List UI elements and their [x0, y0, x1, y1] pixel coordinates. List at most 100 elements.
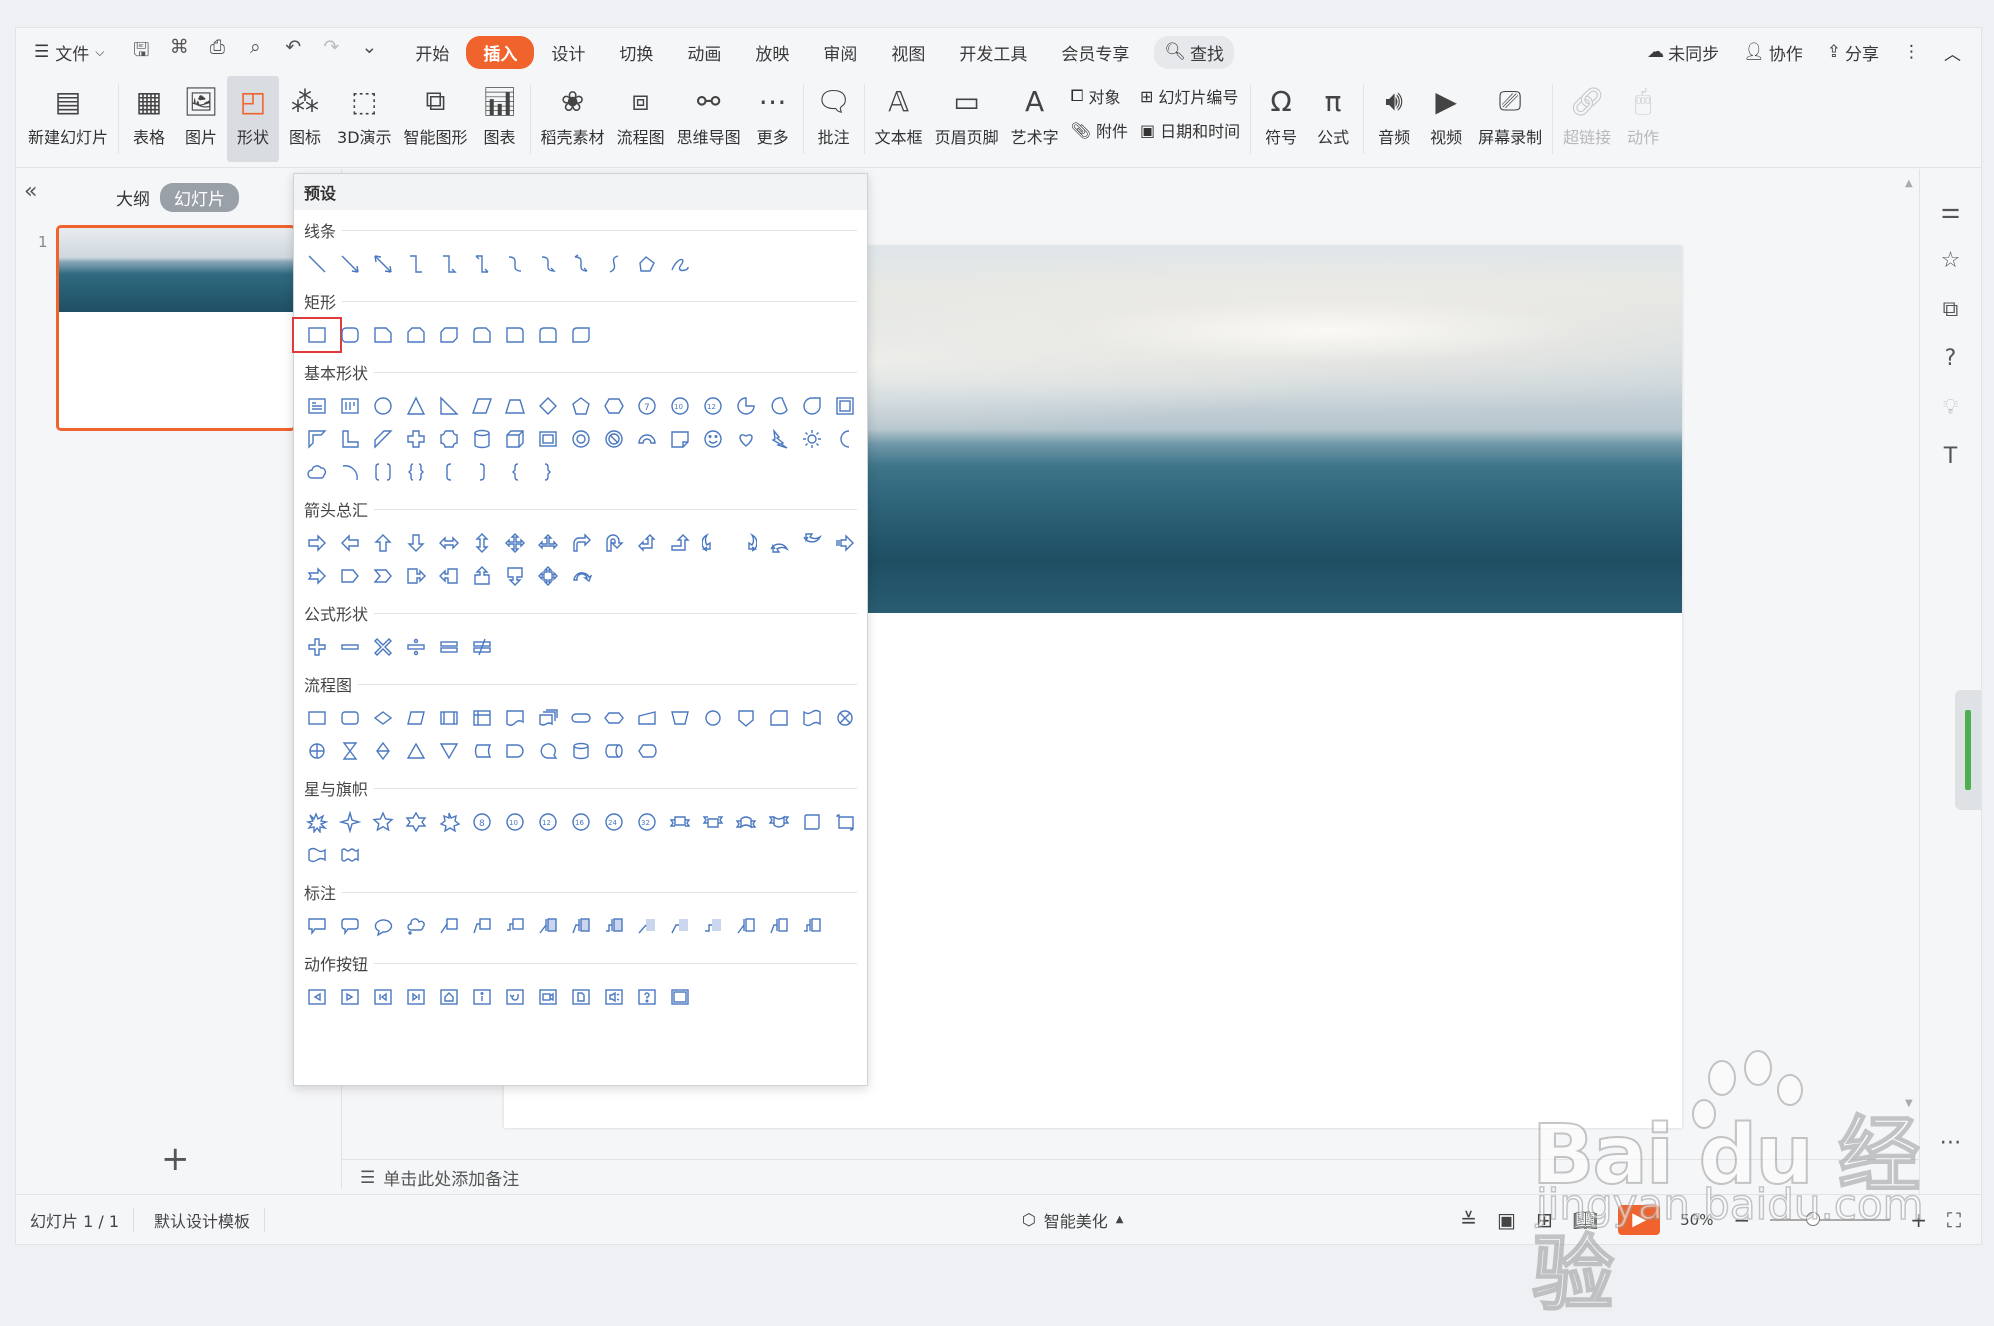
- accent-callout-1-shape-icon[interactable]: [535, 913, 561, 939]
- flow-punched-card-shape-icon[interactable]: [766, 705, 792, 731]
- flow-manual-input-shape-icon[interactable]: [634, 705, 660, 731]
- up-ribbon-shape-icon[interactable]: [667, 809, 693, 835]
- fit-window-icon[interactable]: ⛶: [1947, 1208, 1961, 1232]
- header-footer-button[interactable]: ▭ 页眉页脚: [929, 76, 1005, 162]
- sun-shape-icon[interactable]: [799, 426, 825, 452]
- freeform-shape-icon[interactable]: [634, 251, 660, 277]
- teardrop-shape-icon[interactable]: [799, 393, 825, 419]
- arrow-line-shape-icon[interactable]: [337, 251, 363, 277]
- quad-arrow-callout-shape-icon[interactable]: [535, 563, 561, 589]
- datetime-button[interactable]: ▣ 日期和时间: [1140, 118, 1240, 142]
- up-down-arrow-shape-icon[interactable]: [469, 530, 495, 556]
- tab-transitions[interactable]: 切换: [602, 36, 670, 69]
- flow-sort-shape-icon[interactable]: [370, 738, 396, 764]
- file-menu[interactable]: ☰ 文件 ⌵: [16, 40, 118, 65]
- diagonal-stripe-shape-icon[interactable]: [370, 426, 396, 452]
- arc-shape-icon[interactable]: [337, 459, 363, 485]
- plaque-shape-icon[interactable]: [436, 426, 462, 452]
- tab-review[interactable]: 审阅: [806, 36, 874, 69]
- format-painter-icon[interactable]: ⌘: [166, 36, 192, 68]
- action-custom-shape-icon[interactable]: [667, 984, 693, 1010]
- striped-right-arrow-shape-icon[interactable]: [832, 530, 858, 556]
- hexagon-shape-icon[interactable]: [601, 393, 627, 419]
- object-button[interactable]: ⧠ 对象: [1071, 84, 1128, 108]
- star-8-point-shape-icon[interactable]: 8: [469, 809, 495, 835]
- action-return-shape-icon[interactable]: [502, 984, 528, 1010]
- mindmap-button[interactable]: ⚯ 思维导图: [671, 76, 747, 162]
- collapse-panel-icon[interactable]: «: [24, 179, 37, 204]
- star-7-point-shape-icon[interactable]: [436, 809, 462, 835]
- zoom-level[interactable]: 50%: [1680, 1211, 1713, 1229]
- flow-sequential-access-storage-shape-icon[interactable]: [535, 738, 561, 764]
- left-bracket-shape-icon[interactable]: [436, 459, 462, 485]
- snip-round-rectangle-shape-icon[interactable]: [469, 322, 495, 348]
- wave-shape-icon[interactable]: [304, 842, 330, 868]
- pentagon-shape-icon[interactable]: [568, 393, 594, 419]
- curved-up-arrow-shape-icon[interactable]: [766, 530, 792, 556]
- flow-magnetic-disk-shape-icon[interactable]: [568, 738, 594, 764]
- star-24-point-shape-icon[interactable]: 24: [601, 809, 627, 835]
- flow-display-shape-icon[interactable]: [634, 738, 660, 764]
- triangle-shape-icon[interactable]: [403, 393, 429, 419]
- flow-manual-operation-shape-icon[interactable]: [667, 705, 693, 731]
- lightbulb-icon[interactable]: 💡︎: [1943, 395, 1958, 420]
- curved-arrow-shape-icon[interactable]: [535, 251, 561, 277]
- redo-icon[interactable]: ↷: [318, 36, 344, 68]
- vertical-scroll-shape-icon[interactable]: [799, 809, 825, 835]
- sorter-view-icon[interactable]: ⊞: [1536, 1208, 1553, 1232]
- minus-shape-icon[interactable]: [337, 634, 363, 660]
- horizontal-scroll-shape-icon[interactable]: [832, 809, 858, 835]
- notes-toggle-icon[interactable]: ≚: [1460, 1208, 1477, 1232]
- right-triangle-shape-icon[interactable]: [436, 393, 462, 419]
- star-5-point-shape-icon[interactable]: [370, 809, 396, 835]
- more-button[interactable]: ⋯ 更多: [747, 76, 799, 162]
- right-brace-shape-icon[interactable]: [535, 459, 561, 485]
- left-arrow-shape-icon[interactable]: [337, 530, 363, 556]
- star-10-point-shape-icon[interactable]: 10: [502, 809, 528, 835]
- l-shape-icon[interactable]: [337, 426, 363, 452]
- action-button[interactable]: 🖱︎ 动作: [1617, 76, 1669, 162]
- action-document-shape-icon[interactable]: [568, 984, 594, 1010]
- left-right-up-arrow-shape-icon[interactable]: [535, 530, 561, 556]
- elbow-connector-shape-icon[interactable]: [403, 251, 429, 277]
- pentagon-arrow-shape-icon[interactable]: [337, 563, 363, 589]
- action-forward-shape-icon[interactable]: [337, 984, 363, 1010]
- curved-connector-shape-icon[interactable]: [502, 251, 528, 277]
- properties-icon[interactable]: ⚌: [1941, 199, 1961, 224]
- down-arrow-shape-icon[interactable]: [403, 530, 429, 556]
- left-arrow-callout-shape-icon[interactable]: [436, 563, 462, 589]
- accent-callout-3-shape-icon[interactable]: [601, 913, 627, 939]
- double-bracket-shape-icon[interactable]: [370, 459, 396, 485]
- flowchart-button[interactable]: ⧈ 流程图: [611, 76, 671, 162]
- curved-double-arrow-shape-icon[interactable]: [568, 251, 594, 277]
- notes-bar[interactable]: ☰ 单击此处添加备注: [342, 1159, 1920, 1195]
- rectangle-shape-icon[interactable]: [292, 317, 342, 353]
- docer-button[interactable]: ❀ 稻壳素材: [535, 76, 611, 162]
- flow-predefined-process-shape-icon[interactable]: [436, 705, 462, 731]
- smartart-button[interactable]: ⧉ 智能图形: [398, 76, 474, 162]
- textbox-button[interactable]: 𝔸 文本框: [869, 76, 929, 162]
- snip-corner-rectangle-shape-icon[interactable]: [370, 322, 396, 348]
- accent-border-callout-1-shape-icon[interactable]: [733, 913, 759, 939]
- share-button[interactable]: ⇪ 分享: [1827, 40, 1879, 65]
- flow-internal-storage-shape-icon[interactable]: [469, 705, 495, 731]
- double-brace-shape-icon[interactable]: [403, 459, 429, 485]
- tab-animations[interactable]: 动画: [670, 36, 738, 69]
- cloud-callout-shape-icon[interactable]: [403, 913, 429, 939]
- snip-same-side-rectangle-shape-icon[interactable]: [403, 322, 429, 348]
- star-12-point-shape-icon[interactable]: 12: [535, 809, 561, 835]
- smart-beautify-button[interactable]: ⬡ 智能美化 ▲: [602, 1208, 1124, 1232]
- line-callout-3-shape-icon[interactable]: [502, 913, 528, 939]
- tab-outline[interactable]: 大纲: [116, 185, 150, 210]
- star-6-point-shape-icon[interactable]: [403, 809, 429, 835]
- hyperlink-button[interactable]: 🔗︎ 超链接: [1557, 76, 1617, 162]
- folded-corner-shape-icon[interactable]: [667, 426, 693, 452]
- flow-process-shape-icon[interactable]: [304, 705, 330, 731]
- left-up-arrow-shape-icon[interactable]: [634, 530, 660, 556]
- rectangular-callout-shape-icon[interactable]: [304, 913, 330, 939]
- action-information-shape-icon[interactable]: [469, 984, 495, 1010]
- trapezoid-shape-icon[interactable]: [502, 393, 528, 419]
- circular-arrow-shape-icon[interactable]: [568, 563, 594, 589]
- dodecagon-shape-icon[interactable]: 12: [700, 393, 726, 419]
- smiley-face-shape-icon[interactable]: [700, 426, 726, 452]
